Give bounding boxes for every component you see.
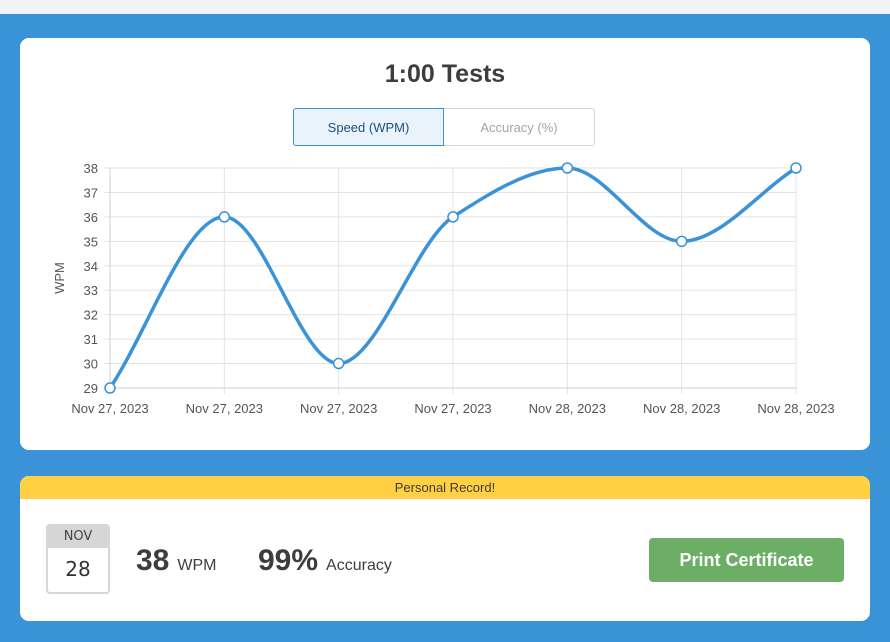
data-point: [447, 211, 459, 223]
data-point: [104, 382, 116, 394]
x-tick-label: Nov 28, 2023: [529, 401, 606, 416]
y-tick-label: 36: [84, 210, 98, 225]
y-tick-label: 33: [84, 283, 98, 298]
x-tick-label: Nov 28, 2023: [643, 401, 720, 416]
record-card: Personal Record! NOV 28 38 WPM 99% Accur…: [20, 476, 870, 621]
date-badge: NOV 28: [46, 524, 110, 594]
accuracy-unit: Accuracy: [326, 557, 392, 574]
y-tick-label: 37: [84, 185, 98, 200]
y-tick-label: 29: [84, 381, 98, 396]
y-tick-label: 31: [84, 332, 98, 347]
y-tick-label: 34: [84, 259, 98, 274]
data-point: [561, 162, 574, 174]
x-tick-label: Nov 28, 2023: [757, 401, 834, 416]
x-tick-label: Nov 27, 2023: [71, 401, 148, 416]
personal-record-banner: Personal Record!: [20, 476, 870, 499]
chart-card: 1:00 Tests Speed (WPM) Accuracy (%) 29 30…: [20, 38, 870, 450]
data-point: [218, 211, 231, 223]
y-axis-label: WPM: [52, 262, 67, 294]
y-tick-label: 30: [84, 357, 98, 372]
accuracy-stat: 99% Accuracy: [258, 544, 392, 578]
wpm-line-chart: 29 30 31 32 33 34 35 36 37 38 Nov 27, 2023 Nov 27, …: [52, 161, 835, 416]
wpm-unit: WPM: [177, 557, 217, 574]
print-certificate-button[interactable]: Print Certificate: [649, 538, 844, 582]
tab-speed-wpm[interactable]: Speed (WPM): [293, 108, 444, 146]
x-tick-label: Nov 27, 2023: [186, 401, 263, 416]
wpm-value: 38: [136, 544, 170, 577]
data-point: [790, 162, 802, 174]
x-tick-label: Nov 27, 2023: [414, 401, 491, 416]
y-tick-label: 32: [84, 308, 98, 323]
y-tick-label: 35: [84, 234, 98, 249]
date-day: 28: [65, 557, 91, 581]
x-tick-label: Nov 27, 2023: [300, 401, 377, 416]
wpm-stat: 38 WPM: [136, 544, 216, 578]
date-month: NOV: [48, 526, 108, 548]
data-point: [332, 357, 345, 370]
accuracy-value: 99%: [258, 544, 319, 577]
top-strip: [0, 0, 890, 14]
y-tick-label: 38: [84, 161, 98, 176]
data-point: [675, 235, 688, 248]
